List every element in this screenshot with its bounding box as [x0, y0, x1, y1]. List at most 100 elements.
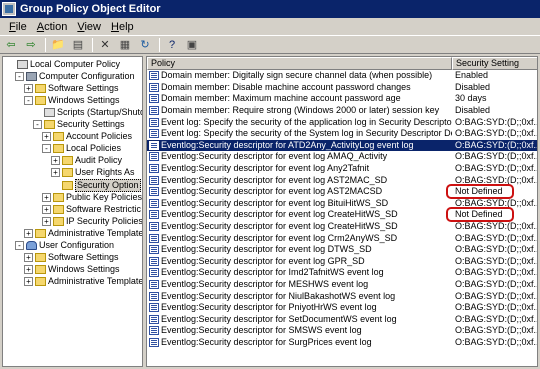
menu-label: ction	[44, 20, 68, 33]
expand-icon[interactable]: +	[24, 228, 33, 238]
policy-cell: Eventlog:Security descriptor for event l…	[147, 209, 452, 220]
policy-row[interactable]: Eventlog:Security descriptor for event l…	[147, 163, 537, 175]
help-icon[interactable]: ?	[163, 37, 181, 53]
tree-node[interactable]: + Administrative Templates	[24, 276, 142, 287]
tree-node[interactable]: - User Configuration	[15, 240, 114, 251]
tree-node[interactable]: + Windows Settings	[24, 264, 120, 275]
collapse-icon[interactable]: -	[15, 240, 24, 250]
expand-icon[interactable]: +	[51, 168, 60, 178]
policy-row[interactable]: Event log: Specify the security of the S…	[147, 128, 537, 140]
refresh-icon[interactable]: ↻	[136, 37, 154, 53]
policy-row[interactable]: Eventlog:Security descriptor for PniyotH…	[147, 302, 537, 314]
tree-node[interactable]: - Security Settings	[33, 119, 125, 130]
policy-row[interactable]: Domain member: Digitally sign secure cha…	[147, 70, 537, 82]
expand-icon[interactable]: +	[24, 264, 33, 274]
expand-icon[interactable]: +	[42, 204, 51, 214]
policy-row[interactable]: Eventlog:Security descriptor for event l…	[147, 151, 537, 163]
menu-file[interactable]: File	[4, 21, 32, 33]
policy-row[interactable]: Eventlog:Security descriptor for event l…	[147, 183, 537, 199]
security-setting-column-header[interactable]: Security Setting	[452, 57, 537, 70]
collapse-icon[interactable]: -	[42, 144, 51, 154]
collapse-icon[interactable]: -	[33, 120, 42, 130]
policy-row[interactable]: Eventlog:Security descriptor for event l…	[147, 232, 537, 244]
policy-name: Event log: Specify the security of the a…	[161, 116, 452, 127]
tree-node[interactable]: + Software Settings	[24, 252, 119, 263]
policy-row[interactable]: Eventlog:Security descriptor for MESHWS …	[147, 278, 537, 291]
tree-node[interactable]: + Administrative Templates	[24, 228, 142, 239]
policy-icon	[149, 140, 159, 150]
tree-node[interactable]: + Audit Policy	[51, 155, 122, 166]
policy-name: Eventlog:Security descriptor for event l…	[161, 197, 389, 208]
policy-row[interactable]: Domain member: Require strong (Windows 2…	[147, 105, 537, 117]
policy-row[interactable]: Eventlog:Security descriptor for SetDocu…	[147, 313, 537, 325]
menu-view[interactable]: View	[72, 21, 106, 33]
policy-name: Eventlog:Security descriptor for ATD2Any…	[161, 139, 414, 150]
tree-node[interactable]: + User Rights As	[51, 167, 135, 178]
policy-row[interactable]: Eventlog:Security descriptor for event l…	[147, 174, 537, 186]
policy-row[interactable]: Eventlog:Security descriptor for event l…	[147, 256, 537, 268]
policy-row[interactable]: Eventlog:Security descriptor for event l…	[147, 197, 537, 210]
policy-name: Eventlog:Security descriptor for MESHWS …	[161, 278, 369, 289]
policy-icon	[149, 175, 159, 185]
menu-accelerator: A	[36, 20, 45, 33]
policy-cell: Eventlog:Security descriptor for SurgPri…	[147, 337, 452, 348]
tree-node[interactable]: - Computer Configuration	[15, 71, 135, 82]
expand-icon[interactable]: +	[24, 84, 33, 94]
back-icon[interactable]: ⇦	[2, 37, 20, 53]
expand-icon[interactable]: +	[51, 156, 60, 166]
policy-row[interactable]: Eventlog:Security descriptor for ATD2Any…	[147, 139, 537, 152]
policy-row[interactable]: Event log: Specify the security of the a…	[147, 116, 537, 128]
tree-node[interactable]: + Public Key Policies	[42, 192, 142, 203]
tree-node-label: Windows Settings	[48, 263, 120, 274]
tree-node[interactable]: Local Computer Policy	[6, 59, 120, 70]
policy-cell: Event log: Specify the security of the a…	[147, 117, 452, 128]
policy-list: Policy Security Setting Domain member: D…	[146, 56, 538, 367]
forward-icon[interactable]: ⇨	[22, 37, 40, 53]
tree-node[interactable]: + Software Settings	[24, 83, 119, 94]
tree-node[interactable]: + IP Security Policies	[42, 216, 142, 227]
up-folder-icon[interactable]: 📁	[49, 37, 67, 53]
menu-action[interactable]: Action	[32, 21, 73, 33]
tree-node[interactable]: + Software Restrictic	[42, 204, 141, 215]
collapse-icon[interactable]: -	[15, 72, 24, 82]
console-icon[interactable]: ▣	[183, 37, 201, 53]
policy-row[interactable]: Eventlog:Security descriptor for SMSWS e…	[147, 325, 537, 337]
tree-node[interactable]: - Windows Settings	[24, 95, 120, 106]
policy-name: Eventlog:Security descriptor for event l…	[161, 186, 383, 197]
policy-row[interactable]: Eventlog:Security descriptor for Imd2Taf…	[147, 267, 537, 279]
expand-icon[interactable]: +	[42, 216, 51, 226]
policy-row[interactable]: Domain member: Maximum machine account p…	[147, 93, 537, 105]
policy-cell: Domain member: Maximum machine account p…	[147, 93, 452, 104]
show-tree-icon[interactable]: ▤	[69, 37, 87, 53]
delete-icon[interactable]: ✕	[96, 37, 114, 53]
tree-node[interactable]: + Account Policies	[42, 131, 132, 142]
policy-column-header[interactable]: Policy	[147, 57, 452, 70]
expand-icon[interactable]: +	[24, 276, 33, 286]
policy-name: Eventlog:Security descriptor for event l…	[161, 151, 388, 162]
menu-help[interactable]: Help	[106, 21, 139, 33]
folder-icon	[53, 144, 64, 154]
tree-node[interactable]: Scripts (Startup/Shutdo	[33, 107, 142, 118]
folder-icon	[35, 264, 46, 274]
expand-icon[interactable]: +	[42, 192, 51, 202]
policy-row[interactable]: Domain member: Disable machine account p…	[147, 82, 537, 94]
expand-icon[interactable]: +	[24, 252, 33, 262]
policy-rows: Domain member: Digitally sign secure cha…	[147, 70, 538, 349]
policy-row[interactable]: Eventlog:Security descriptor for SurgPri…	[147, 337, 537, 349]
console-tree[interactable]: Local Computer Policy - Computer Configura…	[2, 56, 143, 367]
properties-icon[interactable]: ▦	[116, 37, 134, 53]
policy-row[interactable]: Eventlog:Security descriptor for event l…	[147, 244, 537, 256]
policy-icon	[149, 233, 159, 243]
policy-icon	[149, 268, 159, 278]
collapse-icon[interactable]: -	[24, 96, 33, 106]
toolbar-separator	[45, 37, 46, 52]
expand-icon[interactable]: +	[42, 132, 51, 142]
policy-row[interactable]: Eventlog:Security descriptor for event l…	[147, 207, 537, 223]
tree-node[interactable]: Security Option	[51, 178, 141, 192]
tree-node[interactable]: - Local Policies	[42, 143, 121, 154]
policy-row[interactable]: Eventlog:Security descriptor for event l…	[147, 221, 537, 233]
folder-icon	[62, 156, 73, 166]
policy-icon	[149, 187, 159, 197]
security-setting-cell: O:BAG:SYD:(D;;0xf...	[455, 290, 538, 301]
policy-row[interactable]: Eventlog:Security descriptor for NiulBak…	[147, 290, 538, 302]
